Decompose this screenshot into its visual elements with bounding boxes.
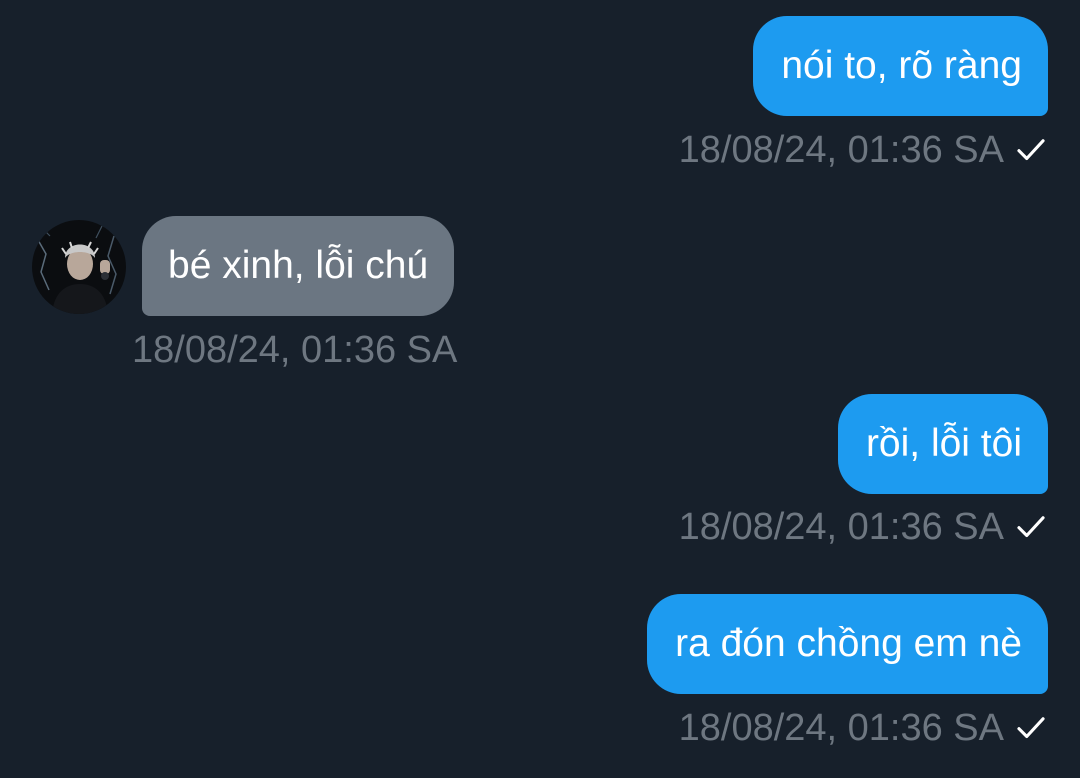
message-bubble-sent[interactable]: rồi, lỗi tôi	[837, 394, 1048, 494]
message-text: ra đón chồng em nè	[675, 622, 1022, 665]
message-meta: 18/08/24, 01:36 SA	[132, 326, 457, 374]
user-avatar-photo	[32, 220, 126, 314]
avatar[interactable]	[32, 220, 126, 314]
message-meta: 18/08/24, 01:36 SA	[679, 126, 1048, 174]
message-bubble-sent[interactable]: nói to, rõ ràng	[753, 16, 1048, 116]
message-timestamp: 18/08/24, 01:36 SA	[678, 505, 1004, 548]
message-timestamp: 18/08/24, 01:36 SA	[678, 706, 1004, 749]
message-meta: 18/08/24, 01:36 SA	[679, 704, 1048, 752]
message-text: bé xinh, lỗi chú	[168, 244, 429, 287]
message-text: nói to, rõ ràng	[781, 44, 1022, 87]
message-text: rồi, lỗi tôi	[865, 422, 1022, 465]
message-bubble-received[interactable]: bé xinh, lỗi chú	[142, 216, 455, 316]
check-icon	[1017, 516, 1045, 538]
message-bubble-sent[interactable]: ra đón chồng em nè	[647, 594, 1048, 694]
message-timestamp: 18/08/24, 01:36 SA	[132, 328, 458, 371]
check-icon	[1017, 139, 1045, 161]
message-meta: 18/08/24, 01:36 SA	[679, 503, 1048, 551]
check-icon	[1017, 717, 1045, 739]
message-timestamp: 18/08/24, 01:36 SA	[678, 128, 1004, 171]
message-thread: nói to, rõ ràng 18/08/24, 01:36 SA bé xi…	[0, 0, 1080, 778]
